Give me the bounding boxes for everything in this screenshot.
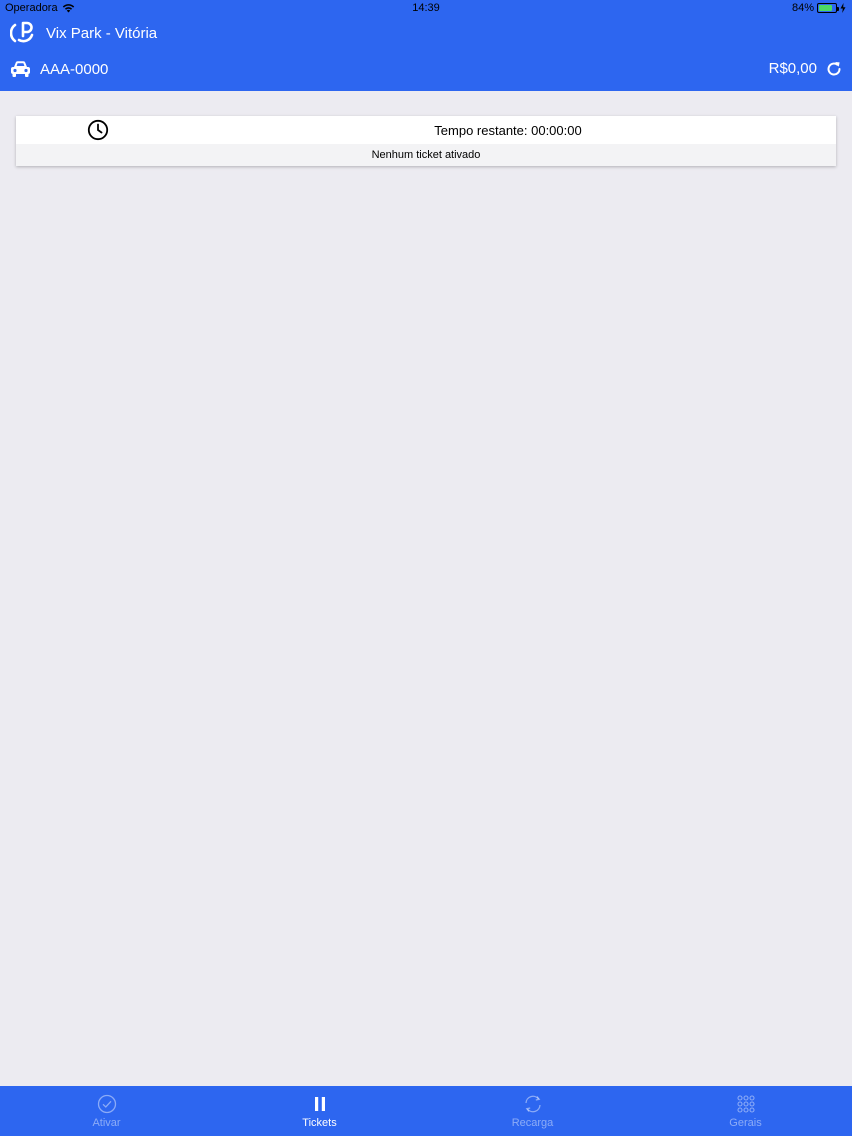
charging-bolt-icon xyxy=(840,3,846,13)
tab-gerais[interactable]: Gerais xyxy=(639,1086,852,1136)
battery-level xyxy=(819,5,833,11)
tab-recarga[interactable]: Recarga xyxy=(426,1086,639,1136)
refresh-icon xyxy=(524,1095,541,1112)
balance-value: R$0,00 xyxy=(768,60,817,77)
balance-area: R$0,00 xyxy=(769,60,842,77)
tab-tickets-label: Tickets xyxy=(302,1116,337,1129)
app-header: Operadora 14:39 84% Vix Park - Vitória A… xyxy=(0,0,852,91)
battery-percent: 84% xyxy=(791,2,814,14)
vehicle-selector[interactable]: AAA-0000 xyxy=(10,60,108,78)
tab-gerais-label: Gerais xyxy=(729,1116,762,1129)
status-time: 14:39 xyxy=(412,2,440,14)
grid-icon xyxy=(736,1094,755,1113)
tab-bar: Ativar Tickets Recarga Gerais xyxy=(0,1086,852,1136)
ticket-timer-row: Tempo restante: 00:00:00 xyxy=(16,116,836,144)
ticket-card: Tempo restante: 00:00:00 Nenhum ticket a… xyxy=(16,116,836,166)
battery-icon xyxy=(817,3,839,13)
tab-tickets[interactable]: Tickets xyxy=(213,1086,426,1136)
status-bar: Operadora 14:39 84% xyxy=(0,0,852,17)
check-circle-icon xyxy=(97,1094,116,1113)
car-icon xyxy=(11,61,30,77)
pause-icon xyxy=(314,1096,325,1111)
ticket-status: Nenhum ticket ativado xyxy=(16,144,836,166)
refresh-balance-icon[interactable] xyxy=(826,61,842,77)
battery-info: 84% xyxy=(792,2,846,14)
app-title: Vix Park - Vitória xyxy=(46,24,158,42)
tab-ativar[interactable]: Ativar xyxy=(0,1086,213,1136)
title-row: Vix Park - Vitória xyxy=(10,20,157,46)
tab-recarga-label: Recarga xyxy=(511,1116,554,1129)
vehicle-plate: AAA-0000 xyxy=(40,60,109,78)
remaining-time: Tempo restante: 00:00:00 xyxy=(434,123,582,138)
tab-ativar-label: Ativar xyxy=(92,1116,121,1129)
app-logo-icon xyxy=(10,21,34,43)
